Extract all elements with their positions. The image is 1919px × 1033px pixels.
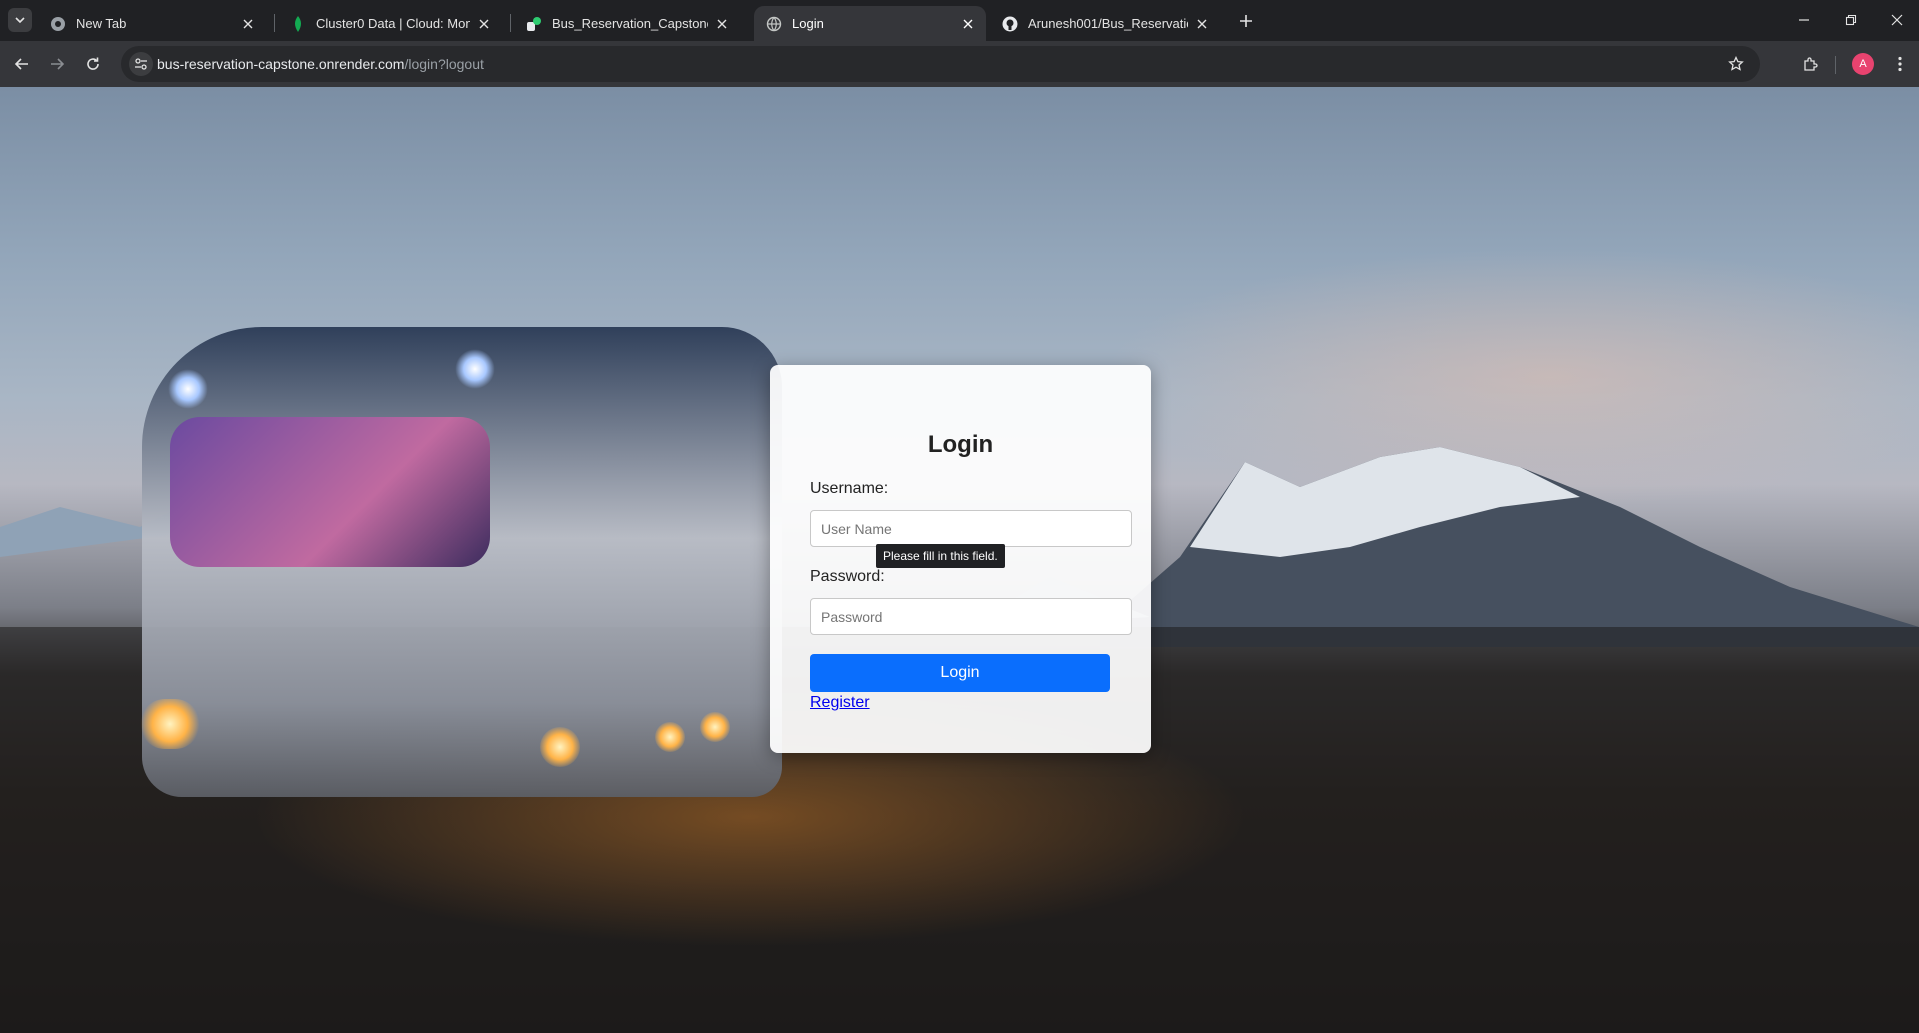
forward-button[interactable] — [43, 50, 71, 78]
close-icon[interactable] — [476, 16, 492, 32]
reload-button[interactable] — [79, 50, 107, 78]
render-icon — [526, 16, 542, 32]
bus-side-light — [655, 722, 685, 752]
browser-menu-button[interactable] — [1886, 50, 1914, 78]
password-label: Password: — [810, 568, 885, 585]
tab-login[interactable]: Login — [754, 6, 986, 41]
username-input[interactable] — [810, 510, 1132, 547]
url-text[interactable]: bus-reservation-capstone.onrender.com/lo… — [157, 56, 484, 72]
extensions-button[interactable] — [1796, 50, 1824, 78]
window-close-button[interactable] — [1883, 8, 1911, 32]
tab-title: Login — [792, 16, 824, 31]
bookmark-star-button[interactable] — [1726, 54, 1746, 74]
url-host: bus-reservation-capstone.onrender.com — [157, 56, 405, 72]
chevron-down-icon — [15, 17, 25, 24]
register-link[interactable]: Register — [810, 694, 870, 712]
site-info-button[interactable] — [129, 52, 153, 76]
tab-title: New Tab — [76, 16, 127, 31]
close-icon[interactable] — [714, 16, 730, 32]
star-icon — [1728, 56, 1744, 71]
globe-icon — [766, 16, 782, 32]
tab-title: Bus_Reservation_Capstone · W — [552, 16, 708, 31]
tab-divider — [510, 14, 511, 32]
browser-toolbar: bus-reservation-capstone.onrender.com/lo… — [0, 41, 1919, 87]
restore-button[interactable] — [1837, 8, 1865, 32]
profile-avatar[interactable]: A — [1852, 53, 1874, 75]
tab-search-button[interactable] — [8, 8, 32, 32]
bus-roof-light — [168, 369, 208, 409]
tab-new-tab[interactable]: New Tab — [38, 6, 266, 41]
tab-github[interactable]: Arunesh001/Bus_Reservation_C — [990, 6, 1220, 41]
username-label: Username: — [810, 480, 889, 497]
close-icon[interactable] — [1194, 16, 1210, 32]
mongodb-leaf-icon — [290, 15, 306, 32]
tab-title: Arunesh001/Bus_Reservation_C — [1028, 16, 1188, 31]
tune-icon — [135, 58, 147, 70]
password-input[interactable] — [810, 598, 1132, 635]
restore-icon — [1845, 14, 1857, 26]
new-tab-button[interactable] — [1234, 9, 1258, 33]
minimize-button[interactable] — [1790, 8, 1818, 32]
close-icon — [1891, 14, 1903, 26]
bus-headlight — [140, 699, 200, 749]
bus-side-light — [700, 712, 730, 742]
minimize-icon — [1799, 19, 1809, 21]
close-icon[interactable] — [240, 16, 256, 32]
validation-tooltip: Please fill in this field. — [876, 544, 1005, 568]
address-bar[interactable]: bus-reservation-capstone.onrender.com/lo… — [121, 46, 1760, 82]
bus-side-light — [540, 727, 580, 767]
close-icon[interactable] — [960, 16, 976, 32]
back-arrow-icon — [14, 58, 28, 70]
toolbar-divider — [1835, 56, 1836, 74]
page-title: Login — [927, 431, 994, 458]
more-vert-icon — [1898, 56, 1902, 72]
chrome-icon — [50, 16, 66, 32]
back-button[interactable] — [8, 50, 36, 78]
url-path: /login?logout — [404, 56, 484, 72]
tab-mongodb[interactable]: Cluster0 Data | Cloud: MongoDB — [278, 6, 502, 41]
github-icon — [1002, 16, 1018, 32]
bus-windshield — [170, 417, 490, 567]
forward-arrow-icon — [51, 58, 65, 70]
bus-roof-light — [455, 349, 495, 389]
login-button[interactable]: Login — [810, 654, 1110, 692]
tab-title: Cluster0 Data | Cloud: MongoDB — [316, 16, 470, 31]
tab-divider — [274, 14, 275, 32]
puzzle-icon — [1804, 57, 1818, 71]
plus-icon — [1240, 15, 1252, 27]
reload-icon — [87, 57, 99, 70]
tab-render[interactable]: Bus_Reservation_Capstone · W — [514, 6, 740, 41]
tab-strip: New Tab Cluster0 Data | Cloud: MongoDB B… — [0, 0, 1919, 41]
